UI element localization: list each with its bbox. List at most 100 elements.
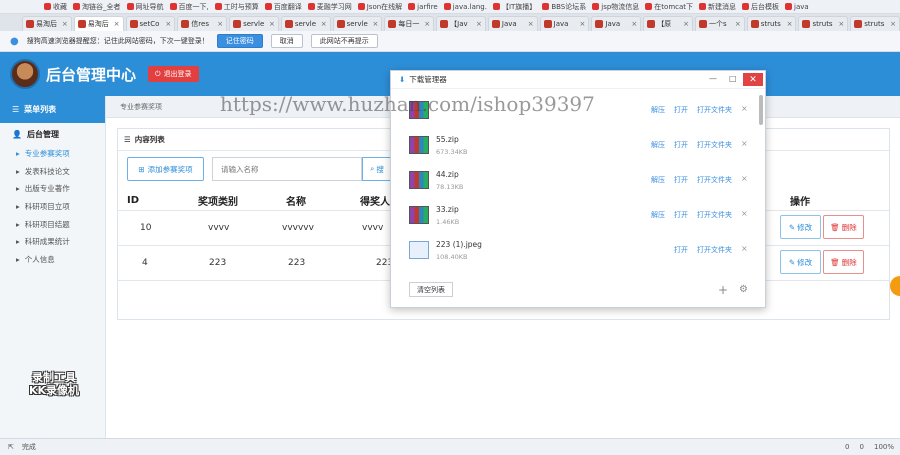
sidebar-item[interactable]: ▸ 个人信息 <box>0 251 105 269</box>
close-tab-icon[interactable]: × <box>165 20 171 28</box>
sidebar-item[interactable]: ▸ 发表科技论文 <box>0 163 105 181</box>
bookmark-item[interactable]: 【IT旗播】 <box>492 2 536 12</box>
close-tab-icon[interactable]: × <box>476 20 482 28</box>
close-tab-icon[interactable]: × <box>683 20 689 28</box>
browser-tab[interactable]: setCo × <box>125 16 176 31</box>
clear-list-button[interactable]: 清空列表 <box>409 282 453 297</box>
unzip-link[interactable]: 解压 <box>651 105 665 115</box>
sidebar-item[interactable]: ▸ 科研成果统计 <box>0 233 105 251</box>
close-tab-icon[interactable]: × <box>217 20 223 28</box>
unzip-link[interactable]: 解压 <box>651 210 665 220</box>
close-tab-icon[interactable]: × <box>838 20 844 28</box>
close-tab-icon[interactable]: × <box>631 20 637 28</box>
browser-tab[interactable]: Java × <box>539 16 590 31</box>
bookmark-item[interactable]: java.lang. <box>443 3 487 11</box>
open-link[interactable]: 打开 <box>674 210 688 220</box>
caret-right-icon: ▸ <box>16 166 20 176</box>
close-tab-icon[interactable]: × <box>321 20 327 28</box>
maximize-icon[interactable]: □ <box>729 74 737 83</box>
never-remind-button[interactable]: 此网站不再提示 <box>310 34 378 48</box>
close-tab-icon[interactable]: × <box>528 20 534 28</box>
open-link[interactable]: 打开 <box>674 105 688 115</box>
bookmark-item[interactable]: 工时与预算 <box>214 2 259 12</box>
browser-tab[interactable]: servle × <box>229 16 279 31</box>
search-input[interactable] <box>212 157 362 181</box>
open-link[interactable]: 打开 <box>674 245 688 255</box>
bookmark-item[interactable]: 百度翻译 <box>264 2 302 12</box>
open-folder-link[interactable]: 打开文件夹 <box>697 175 732 185</box>
minimize-icon[interactable]: — <box>709 74 717 83</box>
browser-tab[interactable]: 信res × <box>177 16 228 31</box>
open-folder-link[interactable]: 打开文件夹 <box>697 140 732 150</box>
close-tab-icon[interactable]: × <box>424 20 430 28</box>
remove-download-icon[interactable]: × <box>741 209 748 218</box>
browser-tab[interactable]: Java × <box>487 16 538 31</box>
browser-tab[interactable]: 【Jav × <box>436 16 486 31</box>
open-link[interactable]: 打开 <box>674 175 688 185</box>
browser-tab[interactable]: struts × <box>850 16 900 31</box>
bookmark-item[interactable]: 麦融学习网 <box>307 2 352 12</box>
bookmark-item[interactable]: 在tomcat下 <box>645 2 693 12</box>
close-tab-icon[interactable]: × <box>580 20 586 28</box>
close-icon[interactable]: ✕ <box>743 73 763 86</box>
close-tab-icon[interactable]: × <box>62 20 68 28</box>
close-tab-icon[interactable]: × <box>269 20 275 28</box>
browser-tab[interactable]: Java × <box>591 16 642 31</box>
scrollbar[interactable] <box>759 95 763 125</box>
remove-download-icon[interactable]: × <box>741 244 748 253</box>
close-tab-icon[interactable]: × <box>114 20 120 28</box>
browser-tab[interactable]: struts × <box>746 16 797 31</box>
bookmark-item[interactable]: Json在线解 <box>357 2 402 12</box>
floating-help-button[interactable] <box>890 276 900 296</box>
open-folder-link[interactable]: 打开文件夹 <box>697 245 732 255</box>
remove-download-icon[interactable]: × <box>741 139 748 148</box>
sidebar-item[interactable]: ▸ 专业参赛奖项 <box>0 145 105 163</box>
zoom-level[interactable]: 100% <box>874 443 894 451</box>
sidebar-group-admin[interactable]: 👤 后台管理 <box>0 123 105 145</box>
close-tab-icon[interactable]: × <box>735 20 741 28</box>
sidebar-item[interactable]: ▸ 科研项目立项 <box>0 198 105 216</box>
plus-icon[interactable]: + <box>718 283 728 297</box>
browser-tab[interactable]: 易淘后 × <box>73 16 124 31</box>
search-button[interactable]: ⌕ 搜 <box>362 157 392 181</box>
bookmark-item[interactable]: java <box>785 3 809 11</box>
bookmark-item[interactable]: 后台模板 <box>742 2 779 12</box>
logout-button[interactable]: ⏻ 退出登录 <box>148 66 199 82</box>
edit-button[interactable]: ✎ 修改 <box>780 250 821 274</box>
add-award-button[interactable]: ⊞ 添加参赛奖项 <box>127 157 204 181</box>
cancel-button[interactable]: 取消 <box>270 34 303 48</box>
browser-tab[interactable]: 一个s × <box>694 16 745 31</box>
browser-tab[interactable]: servle × <box>332 16 383 31</box>
browser-tab[interactable]: 【原 × <box>643 16 693 31</box>
open-folder-link[interactable]: 打开文件夹 <box>697 105 732 115</box>
browser-tab[interactable]: servle × <box>280 16 331 31</box>
gear-icon[interactable]: ⚙ <box>739 284 748 295</box>
browser-tab[interactable]: 易淘后 × <box>22 16 72 31</box>
bookmark-item[interactable]: jsp物流信息 <box>592 2 639 12</box>
browser-tab[interactable]: struts × <box>798 16 849 31</box>
bookmark-item[interactable]: jarfire <box>408 3 438 11</box>
sidebar-item[interactable]: ▸ 出版专业著作 <box>0 180 105 198</box>
bookmark-item[interactable]: 收藏 <box>44 2 67 12</box>
edit-button[interactable]: ✎ 修改 <box>780 215 821 239</box>
remove-download-icon[interactable]: × <box>741 104 748 113</box>
unzip-link[interactable]: 解压 <box>651 140 665 150</box>
bookmark-item[interactable]: 百度一下, <box>169 2 209 12</box>
bookmark-item[interactable]: 新建消息 <box>699 2 736 12</box>
remember-password-button[interactable]: 记住密码 <box>216 34 263 48</box>
delete-button[interactable]: 🗑 删除 <box>823 250 864 274</box>
sidebar-item[interactable]: ▸ 科研项目结题 <box>0 215 105 233</box>
bookmark-item[interactable]: 网址导航 <box>126 2 164 12</box>
add-award-label: 添加参赛奖项 <box>147 164 193 174</box>
bookmark-item[interactable]: BBS论坛系 <box>542 2 586 12</box>
browser-tab[interactable]: 每日一 × <box>384 16 435 31</box>
bookmark-item[interactable]: 淘链谷_全者 <box>73 2 121 12</box>
close-tab-icon[interactable]: × <box>890 20 896 28</box>
open-folder-link[interactable]: 打开文件夹 <box>697 210 732 220</box>
remove-download-icon[interactable]: × <box>741 174 748 183</box>
close-tab-icon[interactable]: × <box>787 20 793 28</box>
open-link[interactable]: 打开 <box>674 140 688 150</box>
unzip-link[interactable]: 解压 <box>651 175 665 185</box>
delete-button[interactable]: 🗑 删除 <box>823 215 864 239</box>
close-tab-icon[interactable]: × <box>372 20 378 28</box>
